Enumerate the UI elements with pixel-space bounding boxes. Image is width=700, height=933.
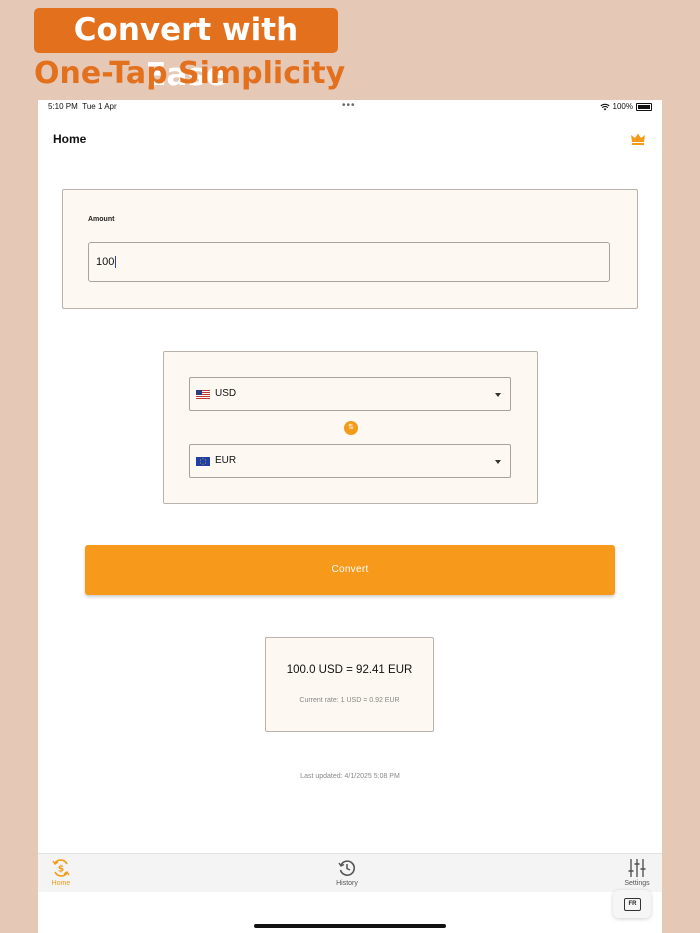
conversion-result: 100.0 USD = 92.41 EUR xyxy=(286,664,413,676)
promo-subheadline: One-Tap Simplicity xyxy=(34,56,346,91)
svg-text:$: $ xyxy=(58,865,64,875)
promo-headline: Convert with Ease xyxy=(34,8,338,93)
last-updated-text: Last updated: 4/1/2025 5:08 PM xyxy=(300,773,400,780)
to-currency-select[interactable]: EUR xyxy=(189,444,511,478)
language-button[interactable]: FR xyxy=(613,890,651,918)
us-flag-icon xyxy=(196,390,210,399)
amount-value: 100 xyxy=(96,256,115,268)
result-card: 100.0 USD = 92.41 EUR Current rate: 1 US… xyxy=(265,637,434,732)
tab-history-label: History xyxy=(336,880,358,887)
currency-exchange-icon: $ xyxy=(52,859,70,877)
tab-history[interactable]: History xyxy=(327,858,367,887)
tab-home-label: Home xyxy=(51,880,71,887)
page-title: Home xyxy=(53,132,87,146)
status-time: 5:10 PM Tue 1 Apr xyxy=(48,102,117,111)
tab-bar: $ Home History Settings xyxy=(38,853,662,892)
to-currency-code: EUR xyxy=(215,455,237,466)
status-time-text: 5:10 PM xyxy=(48,102,78,111)
from-currency-code: USD xyxy=(215,388,237,399)
from-currency-select[interactable]: USD xyxy=(189,377,511,411)
tab-home[interactable]: $ Home xyxy=(41,858,81,887)
amount-card: Amount 100 xyxy=(62,189,638,309)
wifi-icon xyxy=(599,103,610,110)
chevron-down-icon xyxy=(495,460,501,464)
crown-icon[interactable] xyxy=(630,132,646,146)
convert-button[interactable]: Convert xyxy=(85,545,615,595)
tab-settings[interactable]: Settings xyxy=(617,858,657,887)
amount-input[interactable]: 100 xyxy=(88,242,610,282)
text-caret xyxy=(115,256,117,269)
tab-settings-label: Settings xyxy=(624,880,650,887)
status-right: 100% xyxy=(599,102,652,111)
status-date-text: Tue 1 Apr xyxy=(82,102,117,111)
current-rate: Current rate: 1 USD = 0.92 EUR xyxy=(299,697,400,704)
device-screen: 5:10 PM Tue 1 Apr ••• 100% Home Amount 1… xyxy=(38,100,662,933)
eu-flag-icon xyxy=(196,457,210,466)
status-bar: 5:10 PM Tue 1 Apr ••• 100% xyxy=(38,100,662,116)
swap-arrows-icon[interactable]: ⇅ xyxy=(344,421,358,435)
chevron-down-icon xyxy=(495,393,501,397)
currency-card: USD ⇅ EUR xyxy=(163,351,538,504)
multitask-dots-icon[interactable]: ••• xyxy=(342,100,356,111)
home-indicator[interactable] xyxy=(254,924,446,928)
amount-label: Amount xyxy=(88,216,115,223)
history-icon xyxy=(338,860,356,876)
battery-icon xyxy=(636,102,652,111)
sliders-icon xyxy=(628,859,646,877)
language-label: FR xyxy=(624,898,641,911)
battery-percent: 100% xyxy=(612,102,633,111)
